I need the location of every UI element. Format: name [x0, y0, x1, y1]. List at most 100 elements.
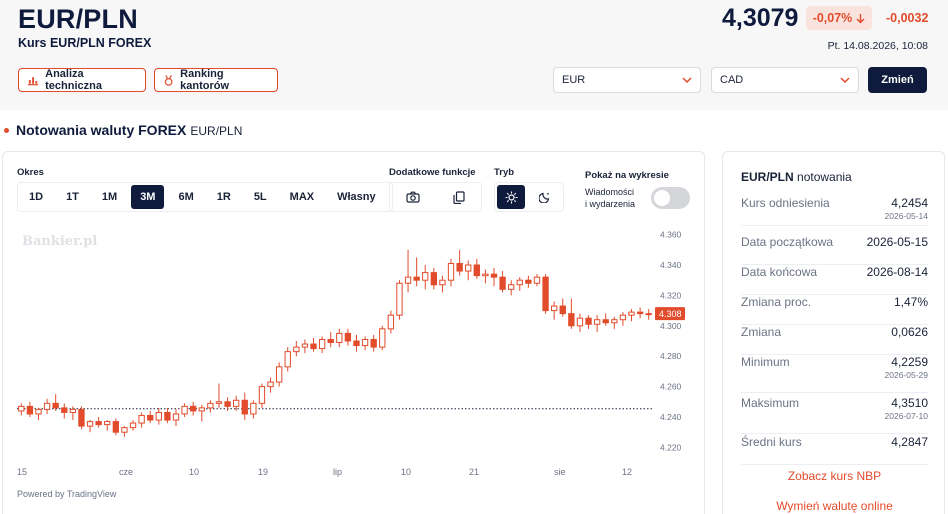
stat-value: 4,2847: [891, 435, 928, 449]
candle-down: [430, 272, 438, 286]
change-percent-badge: -0,07%: [806, 6, 872, 30]
candle-up: [215, 401, 223, 404]
change-currency-button[interactable]: Zmień: [868, 67, 927, 93]
candle-up: [550, 305, 558, 312]
copy-icon[interactable]: [453, 190, 465, 204]
candle-up: [619, 314, 627, 321]
candle-up: [104, 421, 111, 426]
candle-up: [18, 405, 25, 412]
candle-down: [224, 401, 231, 407]
exchange-ranking-button[interactable]: Ranking kantorów: [154, 68, 278, 92]
stat-row: Maksimum 4,3510 2026-07-10: [741, 396, 928, 434]
candle-up: [301, 343, 309, 348]
stat-row: Data końcowa 2026-08-14: [741, 265, 928, 295]
x-tick-label: lip: [333, 467, 342, 477]
candle-down: [52, 402, 59, 409]
candlestick-chart[interactable]: 4.220 4.240 4.260 4.280 4.300 4.320 4.340 4.360…: [3, 227, 703, 485]
stat-label: Data końcowa: [741, 265, 818, 279]
stat-row: Zmiana 0,0626: [741, 325, 928, 355]
stat-row: Minimum 4,2259 2026-05-29: [741, 355, 928, 393]
candle-up: [293, 346, 300, 353]
candle-down: [164, 411, 171, 421]
medal-icon: [164, 74, 173, 86]
period-button-1t[interactable]: 1T: [57, 185, 88, 209]
period-button-6m[interactable]: 6M: [169, 185, 202, 209]
candle-up: [129, 422, 137, 429]
candle-down: [490, 273, 498, 278]
stat-label: Data początkowa: [741, 235, 834, 249]
moon-icon: [539, 192, 550, 203]
period-selector: 1D 1T 1M 3M 6M 1R 5L MAX Własny: [17, 182, 393, 212]
stats-title: EUR/PLN notowania: [741, 170, 852, 184]
currency-from-select[interactable]: EUR: [553, 67, 701, 93]
candle-up: [422, 272, 429, 281]
stat-label: Minimum: [741, 355, 790, 369]
stat-label: Kurs odniesienia: [741, 196, 830, 210]
currency-to-select[interactable]: CAD: [711, 67, 859, 93]
period-button-3m[interactable]: 3M: [131, 185, 165, 209]
stats-title-rest: notowania: [797, 170, 852, 184]
news-label-line1: Wiadomości: [585, 187, 635, 197]
y-tick-label: 4.220: [660, 442, 682, 452]
candle-up: [336, 332, 343, 344]
candle-down: [602, 319, 609, 324]
period-button-5l[interactable]: 5L: [245, 185, 276, 209]
show-on-chart-label: Pokaż na wykresie: [585, 170, 669, 181]
candle-up: [318, 338, 326, 350]
candle-up: [69, 408, 77, 413]
stat-row: Zmiana proc. 1,47%: [741, 295, 928, 325]
period-button-1m[interactable]: 1M: [93, 185, 126, 209]
period-button-max[interactable]: MAX: [281, 185, 323, 209]
candle-down: [353, 340, 360, 347]
chevron-down-icon: [840, 77, 850, 83]
news-label-line2: i wydarzenia: [585, 199, 636, 209]
news-events-toggle[interactable]: [651, 187, 690, 209]
candle-down: [636, 311, 644, 315]
exchange-online-link[interactable]: Wymień walutę online: [723, 499, 946, 513]
period-button-1r[interactable]: 1R: [208, 185, 240, 209]
section-title-pair: EUR/PLN: [190, 124, 243, 138]
stats-title-pair: EUR/PLN: [741, 170, 794, 184]
stat-date: 2026-07-10: [884, 411, 928, 421]
quote-header: EUR/PLN Kurs EUR/PLN FOREX 4,3079 -0,07%…: [0, 0, 948, 110]
candle-up: [181, 405, 188, 415]
stat-label: Maksimum: [741, 396, 800, 410]
candle-up: [250, 402, 257, 415]
candle-up: [465, 264, 472, 272]
currency-from-value: EUR: [562, 74, 586, 86]
candle-down: [61, 407, 68, 413]
candle-down: [327, 338, 334, 344]
light-mode-button[interactable]: [497, 185, 525, 209]
candle-up: [43, 402, 51, 410]
candle-up: [232, 399, 240, 407]
period-button-1d[interactable]: 1D: [20, 185, 52, 209]
candle-down: [473, 264, 480, 277]
candle-down: [147, 414, 154, 421]
camera-icon[interactable]: [406, 191, 420, 203]
stats-card: EUR/PLN notowania Kurs odniesienia 4,2454…: [722, 151, 945, 514]
dark-mode-button[interactable]: [531, 185, 559, 209]
chart-watermark: Bankier.pl: [22, 234, 98, 249]
candle-down: [310, 343, 317, 350]
section-title-text: Notowania waluty FOREX: [16, 122, 187, 138]
candle-down: [241, 399, 248, 415]
exchange-ranking-label: Ranking kantorów: [180, 68, 230, 92]
x-tick-label: 10: [189, 467, 199, 477]
candle-down: [585, 317, 592, 325]
current-price: 4,3079: [722, 4, 799, 32]
chevron-down-icon: [682, 77, 692, 83]
quote-timestamp: Pt. 14.08.2026, 10:08: [827, 40, 928, 52]
candle-up: [533, 276, 541, 284]
toggle-knob: [654, 190, 670, 206]
candle-up: [198, 407, 205, 412]
candle-up: [172, 413, 180, 421]
stat-row: Kurs odniesienia 4,2454 2026-05-14: [741, 196, 928, 226]
stat-value: 4,2259: [891, 355, 928, 369]
candle-up: [155, 411, 162, 421]
candle-up: [361, 338, 369, 347]
stat-value: 1,47%: [893, 295, 928, 309]
technical-analysis-button[interactable]: Analiza techniczna: [18, 68, 146, 92]
period-button-własny[interactable]: Własny: [328, 185, 385, 209]
candle-up: [508, 284, 515, 290]
nbp-rate-link[interactable]: Zobacz kurs NBP: [723, 469, 946, 483]
